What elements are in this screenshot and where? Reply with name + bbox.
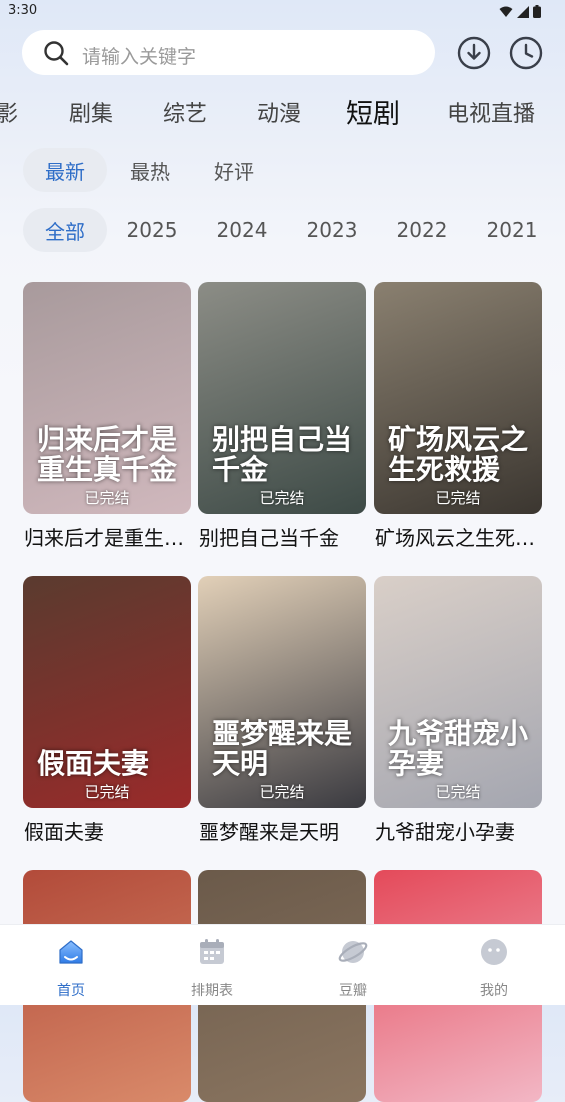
status-icons (499, 5, 541, 18)
sort-latest[interactable]: 最新 (23, 148, 107, 192)
drama-title: 矿场风云之生死… (375, 526, 535, 550)
tab-variety[interactable]: 综艺 (163, 96, 207, 128)
calendar-icon (200, 939, 224, 964)
tab-anime[interactable]: 动漫 (257, 96, 301, 128)
status-badge: 已完结 (84, 783, 130, 801)
profile-face-icon (481, 939, 507, 965)
drama-title: 假面夫妻 (24, 820, 104, 844)
search-input[interactable]: 请输入关键字 (22, 30, 435, 75)
drama-poster: 假面夫妻已完结 (23, 576, 191, 808)
signal-icon (517, 5, 529, 18)
battery-icon (533, 5, 541, 18)
poster-title-art: 假面夫妻 (37, 746, 150, 780)
status-badge: 已完结 (84, 489, 130, 507)
drama-title: 九爷甜宠小孕妻 (375, 820, 515, 844)
status-time: 3:30 (8, 3, 38, 18)
drama-poster: 噩梦醒来是天明已完结 (198, 576, 366, 808)
year-2022[interactable]: 2022 (383, 208, 461, 252)
tab-movie[interactable]: 影 (0, 96, 18, 128)
drama-title: 别把自己当千金 (199, 526, 339, 550)
tab-home[interactable]: 首页 (31, 937, 111, 1000)
poster-title-art: 归来后才是重生真千金 (37, 423, 178, 486)
poster-title-art: 九爷甜宠小孕妻 (388, 717, 529, 780)
status-badge: 已完结 (435, 489, 481, 507)
status-bar: 3:30 (0, 0, 565, 24)
sort-top-rated[interactable]: 好评 (197, 148, 271, 192)
poster-title-art: 矿场风云之生死救援 (388, 423, 529, 486)
tab-mine[interactable]: 我的 (454, 937, 534, 1000)
drama-title: 归来后才是重生… (24, 526, 184, 550)
year-2021[interactable]: 2021 (473, 208, 551, 252)
planet-icon (338, 941, 368, 963)
tab-schedule-label: 排期表 (191, 983, 233, 999)
year-2025[interactable]: 2025 (113, 208, 191, 252)
year-2023[interactable]: 2023 (293, 208, 371, 252)
search-placeholder: 请输入关键字 (82, 46, 197, 68)
clock-icon[interactable] (509, 36, 543, 70)
search-icon (44, 41, 69, 66)
tab-douban[interactable]: 豆瓣 (313, 937, 393, 1000)
status-badge: 已完结 (259, 783, 305, 801)
drama-poster: 归来后才是重生真千金已完结 (23, 282, 191, 514)
status-badge: 已完结 (259, 489, 305, 507)
category-tabs: 影 剧集 综艺 动漫 短剧 电视直播 (0, 90, 565, 134)
tab-series[interactable]: 剧集 (69, 96, 113, 128)
poster-title-art: 别把自己当千金 (212, 423, 353, 486)
tab-tv-live[interactable]: 电视直播 (447, 96, 535, 128)
drama-poster: 九爷甜宠小孕妻已完结 (374, 576, 542, 808)
drama-poster: 别把自己当千金已完结 (198, 282, 366, 514)
tab-home-label: 首页 (57, 983, 85, 999)
tab-mine-label: 我的 (480, 983, 508, 999)
poster-title-art: 噩梦醒来是天明 (212, 717, 353, 780)
year-2024[interactable]: 2024 (203, 208, 281, 252)
tab-short-drama[interactable]: 短剧 (346, 92, 400, 131)
bottom-tab-bar: 首页 排期表 豆瓣 我的 (0, 924, 565, 1005)
year-all[interactable]: 全部 (23, 208, 107, 252)
wifi-icon (499, 6, 513, 17)
status-badge: 已完结 (435, 783, 481, 801)
drama-title: 噩梦醒来是天明 (199, 820, 339, 844)
drama-poster: 矿场风云之生死救援已完结 (374, 282, 542, 514)
home-icon (59, 940, 83, 964)
sort-hottest[interactable]: 最热 (113, 148, 187, 192)
download-icon[interactable] (457, 36, 491, 70)
tab-schedule[interactable]: 排期表 (172, 937, 252, 1000)
tab-douban-label: 豆瓣 (339, 983, 367, 999)
